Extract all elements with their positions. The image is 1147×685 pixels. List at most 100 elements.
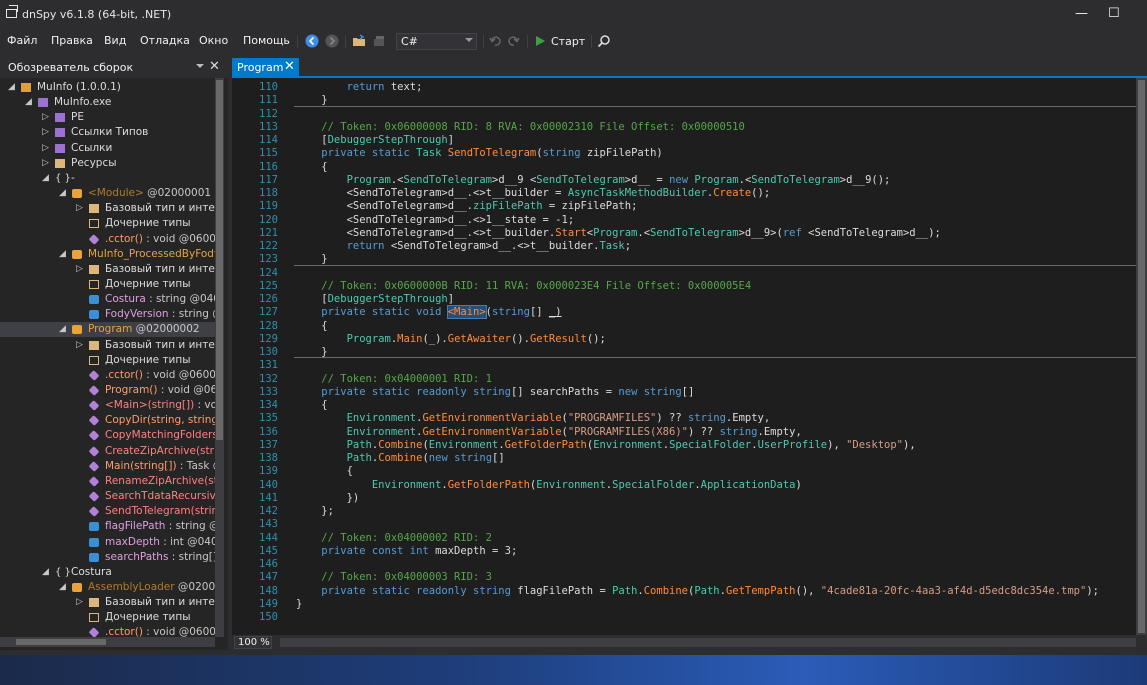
app-icon	[6, 5, 18, 18]
undo-icon[interactable]	[488, 34, 502, 48]
code-editor[interactable]: 110 return text; 111 } 112 113 // Token: 0x…	[232, 78, 1136, 635]
code-token: Task	[416, 147, 442, 160]
editor-vertical-scrollbar[interactable]	[1136, 78, 1147, 635]
search-icon[interactable]	[597, 34, 611, 48]
tree-node-label: Базовый тип и интерф	[105, 595, 215, 610]
maximize-button[interactable]: ☐	[1108, 6, 1120, 21]
scrollbar-thumb[interactable]	[16, 639, 106, 645]
code-text: [DebuggerStepThrough]	[296, 133, 454, 147]
collapse-icon[interactable]: ◢	[59, 186, 69, 201]
tree-node[interactable]: Дочерние типы	[0, 353, 215, 368]
tree-node[interactable]: ◢{ } Costura	[0, 565, 215, 580]
tree-node[interactable]: Costura : string @0400	[0, 292, 215, 307]
expand-icon[interactable]: ▷	[76, 201, 86, 216]
tab-program[interactable]: Program ✕	[232, 58, 299, 78]
minimize-button[interactable]: —	[1075, 6, 1088, 21]
code-text: Program.Main(_).GetAwaiter().GetResult()…	[296, 332, 606, 346]
zoom-level[interactable]: 100 %	[234, 636, 272, 649]
tree-node[interactable]: CopyMatchingFolders	[0, 428, 215, 443]
tree-node[interactable]: Main(string[]) : Task @	[0, 459, 215, 474]
editor-horizontal-scrollbar[interactable]	[280, 638, 1136, 647]
close-icon[interactable]: ✕	[284, 59, 295, 74]
expand-icon[interactable]: ▷	[76, 595, 86, 610]
expand-icon[interactable]: ▷	[42, 141, 52, 156]
collapse-icon[interactable]: ◢	[42, 565, 52, 580]
menu-help[interactable]: Помощь	[243, 34, 290, 47]
expand-icon[interactable]: ▷	[42, 125, 52, 140]
tree-node[interactable]: searchPaths : string[] @	[0, 550, 215, 565]
tree-node[interactable]: .cctor() : void @060000	[0, 625, 215, 637]
tree-node[interactable]: ▷ Ссылки	[0, 141, 215, 156]
tree-node[interactable]: Дочерние типы	[0, 610, 215, 625]
tree-node[interactable]: ◢{ } -	[0, 171, 215, 186]
scrollbar-thumb[interactable]	[216, 80, 223, 440]
field-icon	[89, 537, 99, 547]
expand-icon[interactable]: ▷	[76, 262, 86, 277]
tree-node-name: searchPaths	[105, 550, 169, 563]
code-token: {	[296, 399, 328, 411]
collapse-icon[interactable]: ◢	[59, 322, 69, 337]
tree-node[interactable]: ◢ MuInfo.exe	[0, 95, 215, 110]
code-line: 125 // Token: 0x0600000B RID: 11 RVA: 0x…	[232, 279, 1136, 293]
tree-node[interactable]: ◢ <Module> @02000001	[0, 186, 215, 201]
tree-node[interactable]: .cctor() : void @060000	[0, 232, 215, 247]
collapse-icon[interactable]: ◢	[42, 171, 52, 186]
tree-node[interactable]: ◢ Program @02000002	[0, 322, 215, 338]
language-select[interactable]: C#	[396, 33, 477, 50]
method-icon	[88, 627, 100, 637]
tree-node[interactable]: ◢ MuInfo_ProcessedByFody	[0, 247, 215, 262]
tree-node[interactable]: .cctor() : void @060000	[0, 368, 215, 383]
forward-icon[interactable]	[325, 34, 339, 48]
tree-node[interactable]: ▷ Ресурсы	[0, 156, 215, 171]
expand-icon[interactable]: ▷	[42, 156, 52, 171]
back-icon[interactable]	[305, 34, 319, 48]
line-number: 133	[259, 385, 278, 398]
tree-node[interactable]: ▷ Ссылки Типов	[0, 125, 215, 140]
tree-node[interactable]: SendToTelegram(string	[0, 504, 215, 519]
open-list-icon[interactable]	[372, 34, 386, 48]
menu-window[interactable]: Окно	[199, 34, 228, 47]
tree-node[interactable]: ▷ Базовый тип и интерф	[0, 338, 215, 353]
menu-view[interactable]: Вид	[104, 34, 126, 47]
close-icon[interactable]: ✕	[209, 59, 220, 74]
collapse-icon[interactable]: ◢	[25, 95, 35, 110]
collapse-icon[interactable]: ◢	[59, 247, 69, 262]
open-folder-icon[interactable]	[352, 34, 366, 48]
tree-node-name: AssemblyLoader	[88, 580, 175, 593]
tree-node[interactable]: ◢ AssemblyLoader @020000	[0, 580, 215, 595]
collapse-icon[interactable]: ◢	[59, 580, 69, 595]
tree-node[interactable]: ▷ Базовый тип и интерф	[0, 201, 215, 216]
tree-node[interactable]: CopyDir(string, string)	[0, 413, 215, 428]
start-button[interactable]: Старт	[536, 33, 585, 49]
tree-horizontal-scrollbar[interactable]	[0, 637, 215, 647]
tree-node[interactable]: flagFilePath : string @	[0, 519, 215, 534]
expand-icon[interactable]: ▷	[76, 338, 86, 353]
tree-node[interactable]: maxDepth : int @0400	[0, 535, 215, 550]
tree-node[interactable]: ▷ Базовый тип и интерф	[0, 595, 215, 610]
tree-node[interactable]: ▷ Базовый тип и интерф	[0, 262, 215, 277]
tree-node[interactable]: CreateZipArchive(strin	[0, 444, 215, 459]
expand-icon[interactable]: ▷	[42, 110, 52, 125]
code-text: Path.Combine(Environment.GetFolderPath(E…	[296, 438, 916, 452]
tree-node[interactable]: ▷ PE	[0, 110, 215, 125]
menu-edit[interactable]: Правка	[51, 34, 93, 47]
tree-node-name: <Module>	[88, 187, 144, 200]
field-icon	[89, 552, 99, 562]
code-token: })	[296, 491, 360, 504]
chevron-down-icon[interactable]	[196, 64, 204, 68]
menu-debug[interactable]: Отладка	[140, 34, 190, 47]
redo-icon[interactable]	[507, 34, 521, 48]
tree-node[interactable]: <Main>(string[]) : voi	[0, 398, 215, 413]
tree-node[interactable]: RenameZipArchive(str	[0, 474, 215, 489]
tree-node[interactable]: Дочерние типы	[0, 216, 215, 231]
menu-file[interactable]: Файл	[7, 34, 37, 47]
code-token: ),	[827, 438, 847, 451]
tree-node[interactable]: SearchTdataRecursive(	[0, 489, 215, 504]
scrollbar-thumb[interactable]	[1138, 80, 1145, 633]
tree-node[interactable]: FodyVersion : string @	[0, 307, 215, 322]
tree-node[interactable]: Program() : void @060	[0, 383, 215, 398]
collapse-icon[interactable]: ◢	[8, 80, 18, 95]
tree-node[interactable]: Дочерние типы	[0, 277, 215, 292]
tree-vertical-scrollbar[interactable]	[215, 78, 224, 637]
tree-node[interactable]: ◢ MuInfo (1.0.0.1)	[0, 80, 215, 95]
